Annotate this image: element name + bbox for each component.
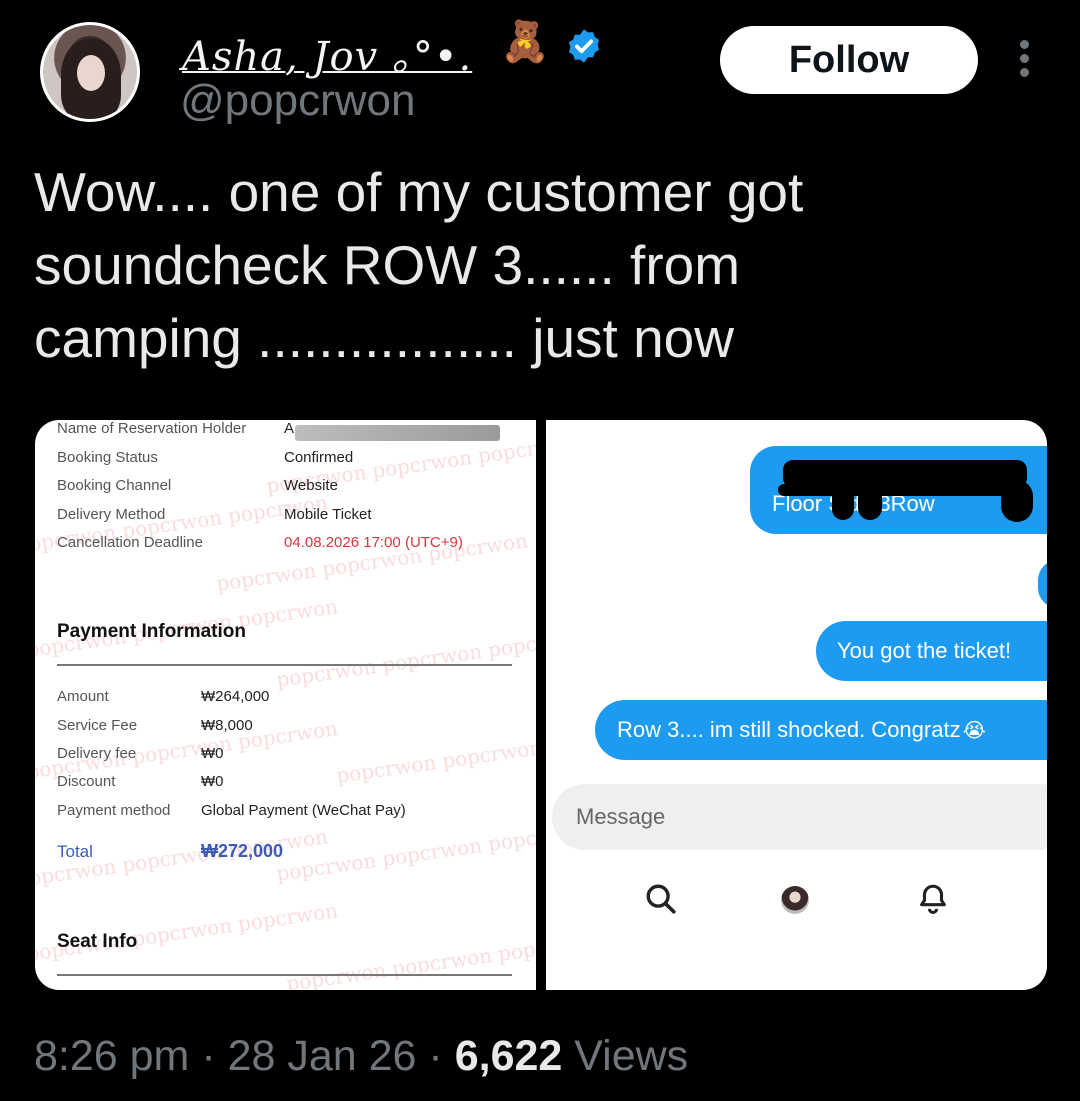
redaction-scribble <box>832 486 854 520</box>
avatar[interactable] <box>781 886 809 914</box>
redaction-scribble <box>858 486 882 520</box>
payment-label: Service Fee <box>57 717 138 734</box>
author-display-name[interactable]: Asha, Jov ｡°•. <box>182 24 472 82</box>
bubble-text: Row 3.... im still shocked. Congratz <box>617 717 961 742</box>
tweet-date[interactable]: 28 Jan 26 <box>228 1032 417 1080</box>
views-label: Views <box>562 1032 689 1080</box>
separator: · <box>416 1032 455 1080</box>
payment-value: ₩0 <box>201 745 224 762</box>
tweet-time[interactable]: 8:26 pm <box>34 1032 189 1080</box>
tweet-meta: 8:26 pm · 28 Jan 26 · 6,622 Views <box>34 1032 688 1081</box>
reservation-label: Booking Channel <box>57 477 172 494</box>
reservation-label: Booking Status <box>57 449 158 466</box>
avatar-face <box>77 55 105 91</box>
watermark-text: popcrwon popcrwon popcrwon <box>334 720 536 788</box>
redaction-scribble <box>1001 480 1033 522</box>
watermark-text: popcrwon popcrwon popcrwon <box>274 624 536 692</box>
reservation-value: A <box>284 420 295 437</box>
author-avatar[interactable] <box>40 22 140 122</box>
chat-screenshot-image[interactable]: Floor Side 3Row You got the ticket! Row … <box>546 420 1047 990</box>
redaction-scribble <box>778 484 1028 496</box>
seat-info-title: Seat Info <box>57 931 138 952</box>
tweet-line: soundcheck ROW 3...... from <box>34 234 741 296</box>
crying-emoji-icon: 😭 <box>962 719 986 742</box>
reservation-label: Cancellation Deadline <box>57 534 203 551</box>
message-input[interactable] <box>552 784 1047 850</box>
bubble-text: You got the ticket! <box>837 638 1012 663</box>
redaction-bar <box>295 425 500 441</box>
watermark-text: popcrwon popcrwon popcrwon <box>274 818 536 886</box>
divider <box>57 664 512 666</box>
reservation-value: Mobile Ticket <box>284 506 372 523</box>
cancellation-deadline: 04.08.2026 17:00 (UTC+9) <box>284 534 463 551</box>
tweet-line: camping ................. just now <box>34 307 734 369</box>
reservation-value: Website <box>284 477 338 494</box>
teddy-bear-icon: 🧸 <box>500 20 550 64</box>
payment-info-title: Payment Information <box>57 621 246 642</box>
reservation-label: Delivery Method <box>57 506 166 523</box>
reservation-label: Name of Reservation Holder <box>57 420 247 437</box>
tweet-text: Wow.... one of my customer got soundchec… <box>34 156 1044 375</box>
verified-badge-icon <box>568 29 600 63</box>
reservation-value: Confirmed <box>284 449 354 466</box>
chat-bubble-sent <box>1038 560 1047 608</box>
author-handle[interactable]: @popcrwon <box>180 76 415 126</box>
payment-label: Amount <box>57 688 109 705</box>
search-icon[interactable] <box>644 882 678 916</box>
payment-value: ₩0 <box>201 773 224 790</box>
bell-icon[interactable] <box>916 882 950 916</box>
separator: · <box>189 1032 228 1080</box>
tweet-line: Wow.... one of my customer got <box>34 161 804 223</box>
receipt-image[interactable]: popcrwon popcrwon popcrwon popcrwon popc… <box>35 420 536 990</box>
payment-value: ₩264,000 <box>201 688 270 705</box>
more-options-icon[interactable] <box>1016 40 1032 80</box>
views-count: 6,622 <box>454 1032 563 1080</box>
total-value: ₩272,000 <box>201 841 284 861</box>
watermark-text: popcrwon popcrwon popcrwon <box>284 928 536 990</box>
total-label: Total <box>57 842 93 861</box>
payment-label: Discount <box>57 773 116 790</box>
divider <box>57 974 512 976</box>
payment-label: Payment method <box>57 802 171 819</box>
payment-value: Global Payment (WeChat Pay) <box>201 802 406 819</box>
chat-bubble-sent: You got the ticket! <box>816 621 1047 681</box>
follow-button[interactable]: Follow <box>720 26 978 94</box>
chat-bubble-sent: Row 3.... im still shocked. Congratz 😭 <box>595 700 1047 760</box>
payment-value: ₩8,000 <box>201 717 253 734</box>
payment-label: Delivery fee <box>57 745 137 762</box>
